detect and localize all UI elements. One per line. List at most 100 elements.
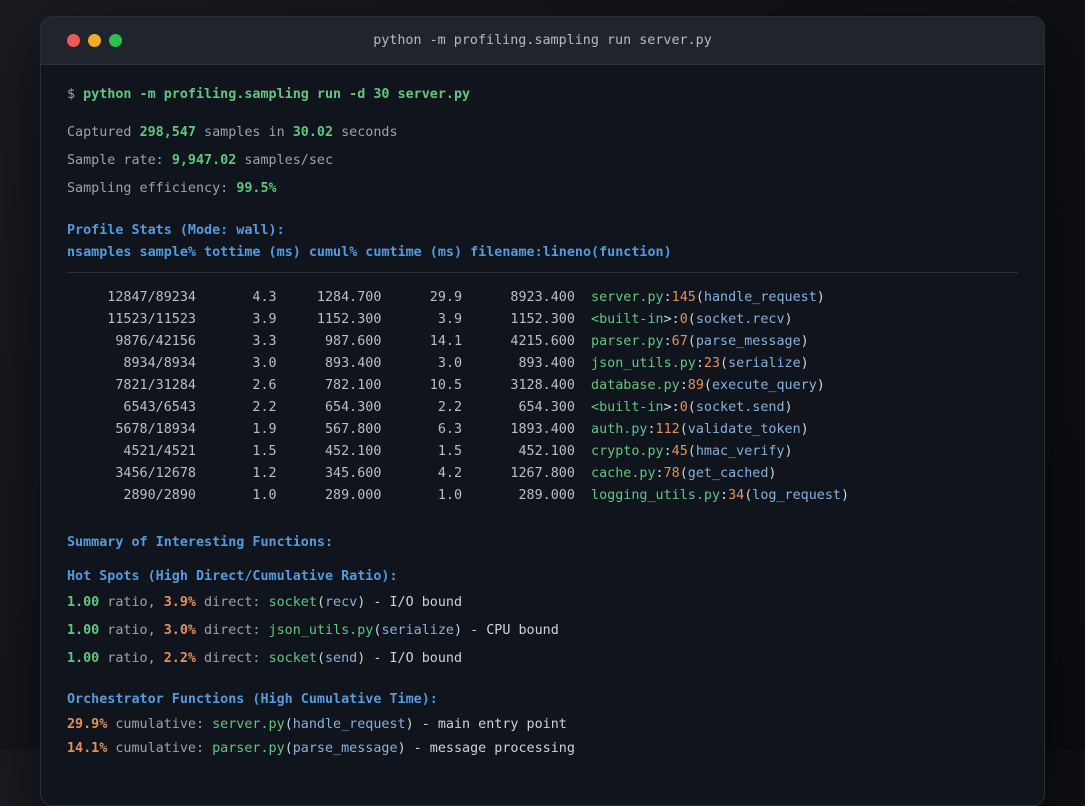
terminal-titlebar: python -m profiling.sampling run server.… (41, 17, 1044, 65)
text-segment: cumulative: (107, 741, 213, 756)
command-line: $ python -m profiling.sampling run -d 30… (67, 85, 1018, 105)
orchestrator-line: 14.1% cumulative: parser.py(parse_messag… (67, 739, 1018, 759)
text-segment: Sample rate: (67, 153, 172, 168)
maximize-button[interactable] (109, 34, 122, 47)
text-segment: 4521/4521 1.5 452.100 1.5 452.100 (67, 444, 592, 459)
text-segment: : (663, 334, 672, 349)
text-segment: 2.2% (163, 651, 196, 666)
text-segment: : (655, 466, 664, 481)
text-segment: logging_utils.py (591, 488, 721, 503)
hot-spot-line: 1.00 ratio, 2.2% direct: socket(send) - … (67, 649, 1018, 669)
text-segment: ( (679, 422, 688, 437)
text-segment: 2890/2890 1.0 289.000 1.0 289.000 (67, 488, 592, 503)
text-segment: 6543/6543 2.2 654.300 2.2 654.300 (67, 400, 592, 415)
text-segment: : (695, 356, 704, 371)
text-segment: 0 (679, 400, 688, 415)
text-segment: ratio, (99, 651, 164, 666)
text-segment: socket.send (695, 400, 785, 415)
text-segment: ( (679, 466, 688, 481)
text-segment: validate_token (687, 422, 801, 437)
captured-samples-line: Captured 298,547 samples in 30.02 second… (67, 123, 1018, 143)
text-segment: ratio, (99, 623, 164, 638)
close-button[interactable] (67, 34, 80, 47)
text-segment: 12847/89234 4.3 1284.700 29.9 8923.400 (67, 290, 592, 305)
text-segment: samples/sec (236, 153, 334, 168)
text-segment: : (647, 422, 656, 437)
hot-spot-line: 1.00 ratio, 3.9% direct: socket(recv) - … (67, 593, 1018, 613)
text-segment: parser.py (212, 741, 285, 756)
text-segment: ( (703, 378, 712, 393)
text-segment: handle_request (703, 290, 817, 305)
window-title: python -m profiling.sampling run server.… (373, 33, 712, 48)
text-segment: 9876/42156 3.3 987.600 14.1 4215.600 (67, 334, 592, 349)
terminal-window: python -m profiling.sampling run server.… (40, 16, 1045, 806)
text-segment: ( (687, 334, 696, 349)
text-segment: serialize (381, 623, 454, 638)
text-segment: samples in (196, 125, 293, 140)
text-segment: 1.00 (67, 623, 100, 638)
text-segment: ) (397, 741, 406, 756)
text-segment: json_utils.py (268, 623, 374, 638)
text-segment: - I/O bound (365, 595, 463, 610)
text-segment: 1.00 (67, 595, 100, 610)
traffic-lights (67, 34, 122, 47)
text-segment: Sampling efficiency: (67, 181, 237, 196)
text-segment: direct: (196, 651, 269, 666)
text-segment: ( (720, 356, 729, 371)
text-segment: 11523/11523 3.9 1152.300 3.9 1152.300 (67, 312, 592, 327)
terminal-output[interactable]: $ python -m profiling.sampling run -d 30… (41, 65, 1044, 759)
text-segment: json_utils.py (591, 356, 696, 371)
text-segment: ) (800, 334, 809, 349)
summary-heading: Summary of Interesting Functions: (67, 533, 1018, 553)
minimize-button[interactable] (88, 34, 101, 47)
table-row: 3456/12678 1.2 345.600 4.2 1267.800 cach… (67, 463, 1018, 485)
text-segment: 23 (703, 356, 721, 371)
hot-spots-heading: Hot Spots (High Direct/Cumulative Ratio)… (67, 567, 1018, 587)
profile-stats-heading: Profile Stats (Mode: wall): (67, 221, 1018, 241)
text-segment: 89 (687, 378, 704, 393)
sampling-efficiency-line: Sampling efficiency: 99.5% (67, 179, 1018, 199)
table-row: 9876/42156 3.3 987.600 14.1 4215.600 par… (67, 331, 1018, 353)
text-segment: : (720, 488, 729, 503)
text-segment: handle_request (292, 717, 406, 732)
text-segment: ) (784, 400, 793, 415)
text-segment: cumulative: (107, 717, 213, 732)
text-segment: 3.9% (163, 595, 196, 610)
table-row: 5678/18934 1.9 567.800 6.3 1893.400 auth… (67, 419, 1018, 441)
text-segment: 298,547 (139, 125, 196, 140)
text-segment: serialize (728, 356, 801, 371)
text-segment: 0 (679, 312, 688, 327)
text-segment: 3456/12678 1.2 345.600 4.2 1267.800 (67, 466, 592, 481)
text-segment: direct: (196, 595, 269, 610)
text-segment: get_cached (687, 466, 769, 481)
text-segment: 45 (671, 444, 688, 459)
shell-prompt: $ (67, 87, 84, 102)
text-segment: - I/O bound (365, 651, 463, 666)
text-segment: 99.5% (236, 181, 277, 196)
text-segment: socket.recv (695, 312, 785, 327)
text-segment: ) (816, 378, 825, 393)
text-segment: Summary of Interesting Functions: (67, 535, 334, 550)
table-row: 7821/31284 2.6 782.100 10.5 3128.400 dat… (67, 375, 1018, 397)
text-segment: 9,947.02 (171, 153, 237, 168)
text-segment: 14.1% (67, 741, 108, 756)
text-segment: ( (316, 595, 325, 610)
text-segment: Profile Stats (Mode: wall): (67, 223, 285, 238)
text-segment: ( (284, 717, 293, 732)
text-segment: 5678/18934 1.9 567.800 6.3 1893.400 (67, 422, 592, 437)
text-segment: 1.00 (67, 651, 100, 666)
text-segment: 7821/31284 2.6 782.100 10.5 3128.400 (67, 378, 592, 393)
text-segment: socket (268, 595, 317, 610)
text-segment: 30.02 (292, 125, 334, 140)
text-segment: 112 (655, 422, 680, 437)
text-segment: socket (268, 651, 317, 666)
text-segment: 3.0% (163, 623, 196, 638)
text-segment: ratio, (99, 595, 164, 610)
text-segment: ( (695, 290, 704, 305)
table-divider (67, 272, 1018, 273)
text-segment: parse_message (292, 741, 398, 756)
text-segment: 67 (671, 334, 688, 349)
hot-spot-line: 1.00 ratio, 3.0% direct: json_utils.py(s… (67, 621, 1018, 641)
text-segment: - message processing (405, 741, 575, 756)
stats-table: 12847/89234 4.3 1284.700 29.9 8923.400 s… (67, 287, 1018, 507)
